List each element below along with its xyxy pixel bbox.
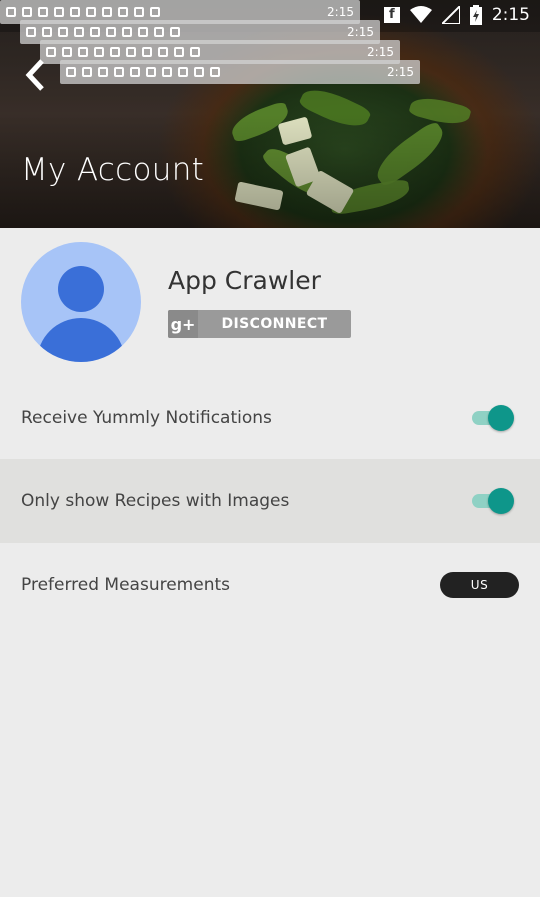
ghost-time: 2:15 [327, 5, 354, 19]
status-icons: f 2:15 [383, 5, 530, 25]
ghost-time: 2:15 [367, 45, 394, 59]
setting-row-measurements[interactable]: Preferred Measurements US [0, 543, 540, 626]
images-only-toggle[interactable] [470, 486, 518, 516]
signal-off-icon [441, 6, 460, 24]
toggle-thumb [488, 488, 514, 514]
avatar-head [58, 266, 104, 312]
status-time: 2:15 [491, 5, 530, 25]
disconnect-button[interactable]: g+ DISCONNECT [168, 310, 351, 338]
avatar [21, 242, 141, 362]
setting-row-notifications[interactable]: Receive Yummly Notifications [0, 376, 540, 459]
wifi-icon [409, 6, 432, 23]
setting-row-images-only[interactable]: Only show Recipes with Images [0, 459, 540, 543]
avatar-body [37, 318, 125, 362]
google-plus-icon: g+ [168, 310, 198, 338]
ghost-time: 2:15 [387, 65, 414, 79]
facebook-icon: f [383, 7, 400, 23]
setting-label: Preferred Measurements [21, 574, 230, 595]
ghost-time: 2:15 [347, 25, 374, 39]
page-title: My Account [21, 152, 205, 188]
setting-label: Only show Recipes with Images [21, 491, 290, 511]
ghost-status-bar: 2:15 [60, 60, 420, 84]
chevron-left-icon [25, 59, 44, 91]
battery-charging-icon [469, 5, 482, 25]
measurements-pill[interactable]: US [440, 571, 519, 598]
setting-label: Receive Yummly Notifications [21, 407, 272, 428]
user-name: App Crawler [168, 266, 321, 295]
disconnect-label: DISCONNECT [221, 316, 328, 332]
back-button[interactable] [22, 58, 56, 98]
toggle-thumb [488, 404, 514, 431]
notifications-toggle[interactable] [470, 403, 518, 433]
